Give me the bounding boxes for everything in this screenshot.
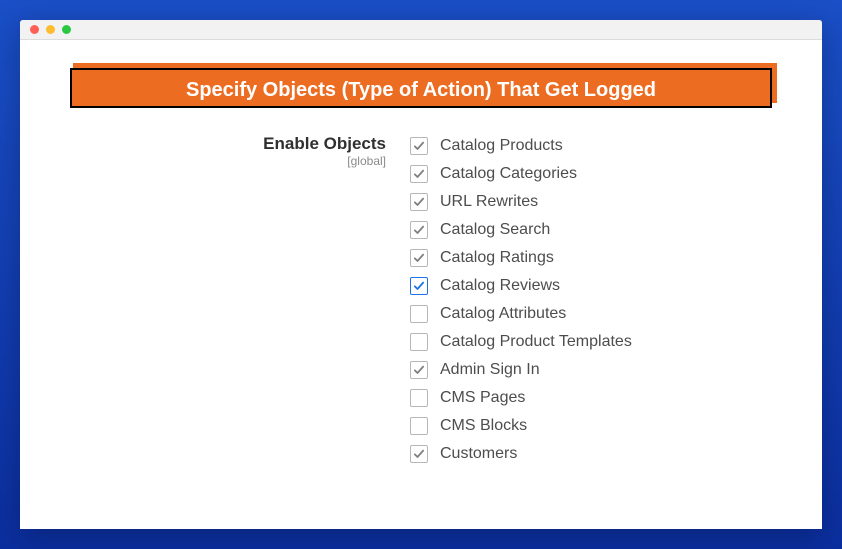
check-icon: [413, 364, 425, 376]
window-close-button[interactable]: [30, 25, 39, 34]
option-label: Catalog Ratings: [440, 249, 554, 267]
option-label: CMS Pages: [440, 389, 525, 407]
option-row-catalog-search: Catalog Search: [410, 216, 792, 244]
section-title: Specify Objects (Type of Action) That Ge…: [70, 68, 772, 108]
option-label: Admin Sign In: [440, 361, 540, 379]
option-row-admin-sign-in: Admin Sign In: [410, 356, 792, 384]
checkbox-catalog-ratings[interactable]: [410, 249, 428, 267]
option-label: Catalog Categories: [440, 165, 577, 183]
checkbox-cms-pages[interactable]: [410, 389, 428, 407]
options-list: Catalog Products Catalog Categories URL Re…: [410, 132, 792, 468]
option-label: CMS Blocks: [440, 417, 527, 435]
option-label: URL Rewrites: [440, 193, 538, 211]
option-row-catalog-product-templates: Catalog Product Templates: [410, 328, 792, 356]
checkbox-catalog-products[interactable]: [410, 137, 428, 155]
option-row-catalog-products: Catalog Products: [410, 132, 792, 160]
page-content: Specify Objects (Type of Action) That Ge…: [20, 40, 822, 529]
check-icon: [413, 140, 425, 152]
option-label: Customers: [440, 445, 517, 463]
option-row-cms-blocks: CMS Blocks: [410, 412, 792, 440]
window-titlebar: [20, 20, 822, 40]
option-row-catalog-reviews: Catalog Reviews: [410, 272, 792, 300]
check-icon: [413, 252, 425, 264]
checkbox-catalog-search[interactable]: [410, 221, 428, 239]
check-icon: [413, 224, 425, 236]
field-label-column: Enable Objects [global]: [110, 132, 410, 168]
checkbox-catalog-attributes[interactable]: [410, 305, 428, 323]
option-row-customers: Customers: [410, 440, 792, 468]
window-minimize-button[interactable]: [46, 25, 55, 34]
checkbox-customers[interactable]: [410, 445, 428, 463]
checkbox-cms-blocks[interactable]: [410, 417, 428, 435]
check-icon: [413, 196, 425, 208]
option-label: Catalog Products: [440, 137, 563, 155]
option-row-url-rewrites: URL Rewrites: [410, 188, 792, 216]
checkbox-admin-sign-in[interactable]: [410, 361, 428, 379]
checkbox-catalog-product-templates[interactable]: [410, 333, 428, 351]
checkbox-url-rewrites[interactable]: [410, 193, 428, 211]
check-icon: [413, 280, 425, 292]
option-row-catalog-ratings: Catalog Ratings: [410, 244, 792, 272]
checkbox-catalog-reviews[interactable]: [410, 277, 428, 295]
option-label: Catalog Reviews: [440, 277, 560, 295]
option-label: Catalog Search: [440, 221, 550, 239]
field-label: Enable Objects: [110, 134, 386, 154]
window-zoom-button[interactable]: [62, 25, 71, 34]
check-icon: [413, 168, 425, 180]
option-label: Catalog Attributes: [440, 305, 566, 323]
option-label: Catalog Product Templates: [440, 333, 632, 351]
option-row-catalog-categories: Catalog Categories: [410, 160, 792, 188]
field-scope: [global]: [110, 154, 386, 168]
section-banner: Specify Objects (Type of Action) That Ge…: [70, 68, 772, 108]
option-row-catalog-attributes: Catalog Attributes: [410, 300, 792, 328]
check-icon: [413, 448, 425, 460]
option-row-cms-pages: CMS Pages: [410, 384, 792, 412]
checkbox-catalog-categories[interactable]: [410, 165, 428, 183]
browser-window: Specify Objects (Type of Action) That Ge…: [20, 20, 822, 529]
enable-objects-field: Enable Objects [global] Catalog Products…: [50, 132, 792, 468]
